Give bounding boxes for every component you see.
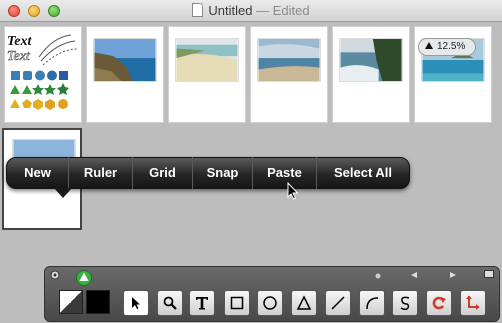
thumbnail-coast-bay[interactable] <box>86 26 164 123</box>
triangle-tool[interactable] <box>291 290 317 316</box>
beach-dunes-image <box>175 38 239 82</box>
document-icon <box>192 3 204 17</box>
magnifier-icon <box>163 296 177 310</box>
rectangle-icon <box>230 296 244 310</box>
triangle-icon <box>296 295 312 310</box>
line-tool[interactable] <box>325 290 351 316</box>
cliff-waves-image <box>339 38 403 82</box>
fill-color-swatch[interactable] <box>86 290 110 314</box>
palette-close-icon[interactable] <box>50 270 60 280</box>
freehand-tool[interactable] <box>392 290 418 316</box>
crop-arrows-icon <box>466 295 480 310</box>
arc-tool[interactable] <box>359 290 385 316</box>
zoom-tool[interactable] <box>157 290 183 316</box>
menu-item-new[interactable]: New <box>7 157 69 189</box>
menu-item-select-all[interactable]: Select All <box>317 157 409 189</box>
line-icon <box>331 296 345 310</box>
arc-icon <box>366 297 379 310</box>
sampler-text-outline: Text <box>7 49 31 64</box>
window-title: Untitled — Edited <box>0 3 502 18</box>
menu-item-snap[interactable]: Snap <box>193 157 253 189</box>
thumbnail-beach-dunes[interactable] <box>168 26 246 123</box>
shore-horizon-image <box>257 38 321 82</box>
edited-status: — Edited <box>256 3 310 18</box>
pointer-tool[interactable] <box>123 290 149 316</box>
thumbnail-shore-horizon[interactable] <box>250 26 328 123</box>
rectangle-tool[interactable] <box>224 290 250 316</box>
sampler-text-bold: Text <box>7 34 32 49</box>
menu-item-grid[interactable]: Grid <box>133 157 193 189</box>
menu-item-ruler[interactable]: Ruler <box>69 157 133 189</box>
context-menu-pointer <box>54 188 72 198</box>
mouse-cursor-icon <box>287 182 299 200</box>
rotate-icon <box>432 296 446 310</box>
stroke-color-swatch[interactable] <box>59 290 83 314</box>
zoom-badge-value: 12.5% <box>437 41 466 52</box>
text-tool[interactable] <box>189 290 215 316</box>
menu-item-paste[interactable]: Paste <box>253 157 317 189</box>
thumbnail-cliff-waves[interactable] <box>332 26 410 123</box>
palette-left-arrow-icon[interactable] <box>410 271 418 279</box>
text-t-icon <box>196 297 208 310</box>
green-arrow-icon[interactable] <box>75 269 93 287</box>
shapes-sampler-icon: Text Text <box>7 34 78 110</box>
palette-resize-icon[interactable] <box>484 270 494 278</box>
rotate-tool[interactable] <box>426 290 452 316</box>
ellipse-icon <box>263 296 277 310</box>
context-menu-bar: New Ruler Grid Snap Paste Select All <box>6 157 410 189</box>
freehand-s-icon <box>400 296 410 311</box>
title-bar: Untitled — Edited <box>0 0 502 22</box>
title-text: Untitled <box>208 3 253 18</box>
coast-bay-image <box>93 38 157 82</box>
thumbnail-shapes-sampler[interactable]: Text Text <box>4 26 82 123</box>
palette-dot-icon <box>375 273 381 279</box>
crop-tool[interactable] <box>460 290 486 316</box>
zoom-badge[interactable]: 12.5% <box>418 38 476 56</box>
triangle-icon <box>425 42 433 49</box>
pointer-icon <box>132 297 140 309</box>
palette-right-arrow-icon[interactable] <box>449 271 457 279</box>
ellipse-tool[interactable] <box>257 290 283 316</box>
